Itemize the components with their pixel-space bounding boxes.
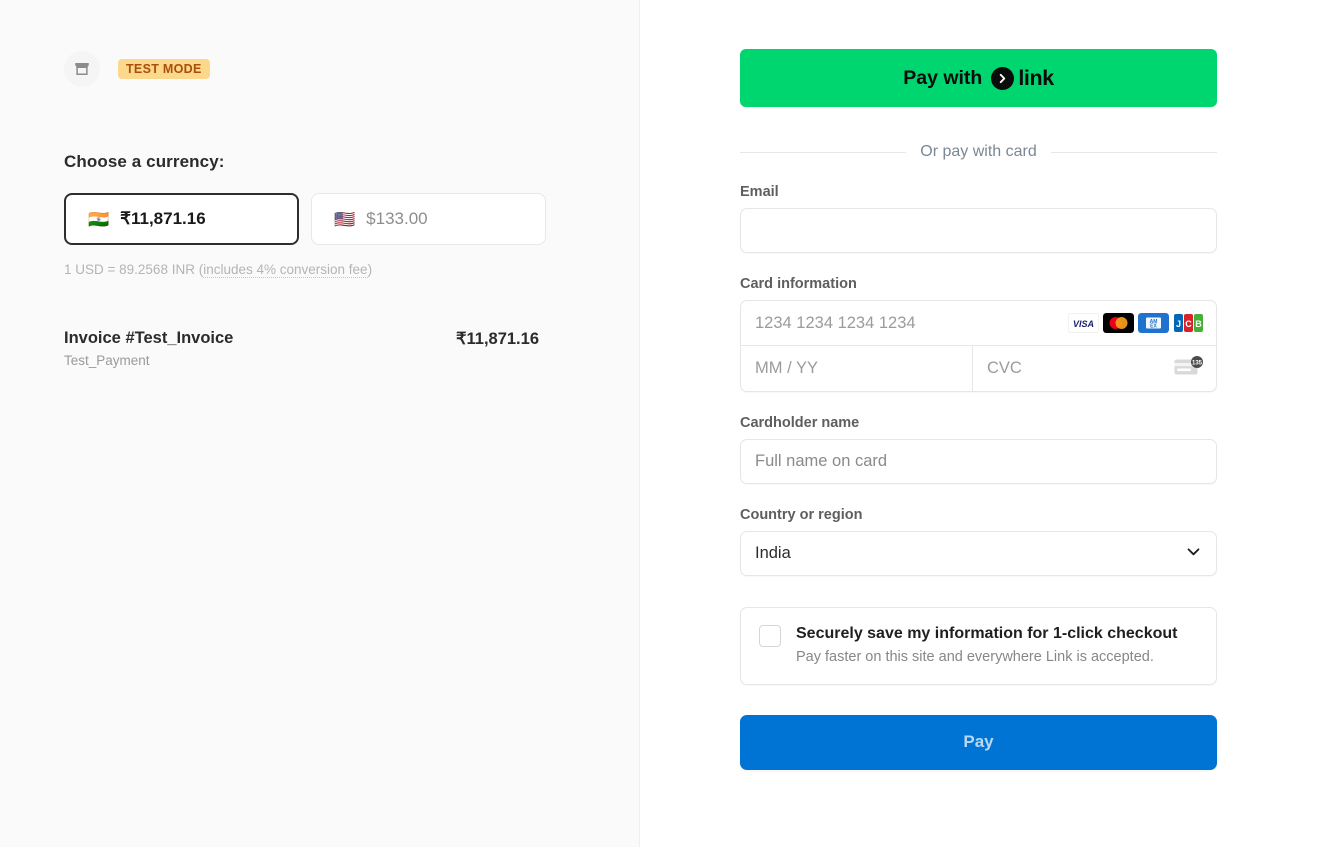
currency-option-usd-amount: $133.00: [366, 209, 428, 228]
pay-with-link-label: Pay with: [903, 66, 983, 89]
payment-form-panel: Pay with link Or pay with card Email Car…: [640, 0, 1342, 847]
order-summary-panel: TEST MODE Choose a currency: 🇮🇳 ₹11,871.…: [0, 0, 640, 847]
email-label: Email: [740, 184, 779, 200]
divider-label: Or pay with card: [920, 143, 1037, 160]
currency-heading: Choose a currency:: [64, 152, 225, 171]
link-logo: link: [991, 65, 1054, 91]
card-number-input[interactable]: 1234 1234 1234 1234 VISA AM EX J C B: [741, 301, 1216, 346]
svg-text:B: B: [1195, 319, 1202, 329]
link-wordmark: link: [1018, 65, 1054, 90]
card-cvc-placeholder: CVC: [987, 359, 1022, 377]
mastercard-icon: [1103, 313, 1134, 333]
conversion-fee-link[interactable]: includes 4% conversion fee: [203, 262, 368, 278]
amex-icon: AM EX: [1138, 313, 1169, 333]
or-pay-with-card-divider: Or pay with card: [740, 143, 1218, 161]
invoice-title: Invoice #Test_Invoice: [64, 329, 234, 347]
invoice-amount: ₹11,871.16: [456, 330, 539, 348]
card-brand-icons: VISA AM EX J C B: [1068, 313, 1204, 333]
cardholder-name-label: Cardholder name: [740, 415, 860, 431]
chevron-down-icon: [1185, 543, 1202, 565]
card-number-placeholder: 1234 1234 1234 1234: [755, 313, 916, 332]
visa-icon: VISA: [1068, 313, 1099, 333]
cvc-hint-icon: 135: [1174, 355, 1204, 382]
pay-button[interactable]: Pay: [740, 714, 1217, 770]
email-field-group: Email: [740, 184, 1217, 253]
card-information-block: 1234 1234 1234 1234 VISA AM EX J C B MM …: [740, 300, 1217, 392]
invoice-line-item: Invoice #Test_Invoice Test_Payment ₹11,8…: [64, 329, 539, 368]
divider-line-right: [1050, 151, 1218, 153]
save-information-checkbox[interactable]: [759, 625, 781, 647]
country-region-label: Country or region: [740, 507, 863, 523]
expiry-cvc-row: MM / YY CVC 135: [741, 346, 1216, 391]
cardholder-name-input[interactable]: Full name on card: [740, 439, 1217, 484]
storefront-icon: [64, 51, 100, 87]
cardholder-name-placeholder: Full name on card: [755, 452, 888, 470]
divider-line-left: [740, 151, 907, 153]
invoice-subtitle: Test_Payment: [64, 353, 150, 368]
svg-text:VISA: VISA: [1073, 319, 1094, 329]
country-region-value: India: [755, 544, 791, 562]
cardholder-name-group: Cardholder name Full name on card: [740, 415, 1217, 484]
currency-option-inr[interactable]: 🇮🇳 ₹11,871.16: [64, 193, 299, 245]
save-information-title: Securely save my information for 1-click…: [796, 625, 1178, 642]
svg-text:C: C: [1185, 319, 1192, 329]
card-expiry-input[interactable]: MM / YY: [741, 346, 973, 391]
card-information-label: Card information: [740, 276, 857, 292]
checkout-page: TEST MODE Choose a currency: 🇮🇳 ₹11,871.…: [0, 0, 1342, 847]
card-information-group: Card information 1234 1234 1234 1234 VIS…: [740, 276, 1217, 392]
exchange-rate-suffix: ): [367, 262, 373, 277]
country-region-group: Country or region India: [740, 507, 1217, 576]
link-chevron-icon: [991, 66, 1015, 90]
svg-text:J: J: [1176, 319, 1181, 329]
exchange-rate-prefix: 1 USD = 89.2568 INR (: [64, 262, 204, 277]
currency-option-inr-amount: ₹11,871.16: [120, 209, 206, 228]
india-flag-icon: 🇮🇳: [88, 209, 110, 229]
cvc-hint-digits: 135: [1192, 360, 1203, 366]
usa-flag-icon: 🇺🇸: [334, 209, 356, 229]
currency-option-group: 🇮🇳 ₹11,871.16 🇺🇸 $133.00: [64, 193, 575, 245]
pay-with-link-button[interactable]: Pay with link: [740, 49, 1217, 107]
card-cvc-input[interactable]: CVC 135: [973, 346, 1216, 391]
jcb-icon: J C B: [1173, 313, 1204, 333]
exchange-rate-note: 1 USD = 89.2568 INR (includes 4% convers…: [64, 262, 575, 278]
email-input[interactable]: [740, 208, 1217, 253]
save-information-subtitle: Pay faster on this site and everywhere L…: [796, 649, 1154, 666]
merchant-header: TEST MODE: [64, 48, 575, 90]
country-region-select[interactable]: India: [740, 531, 1217, 576]
card-expiry-placeholder: MM / YY: [755, 359, 818, 377]
svg-text:EX: EX: [1150, 324, 1157, 330]
currency-option-usd[interactable]: 🇺🇸 $133.00: [311, 193, 546, 245]
test-mode-badge: TEST MODE: [118, 58, 210, 80]
save-information-option[interactable]: Securely save my information for 1-click…: [740, 607, 1217, 685]
